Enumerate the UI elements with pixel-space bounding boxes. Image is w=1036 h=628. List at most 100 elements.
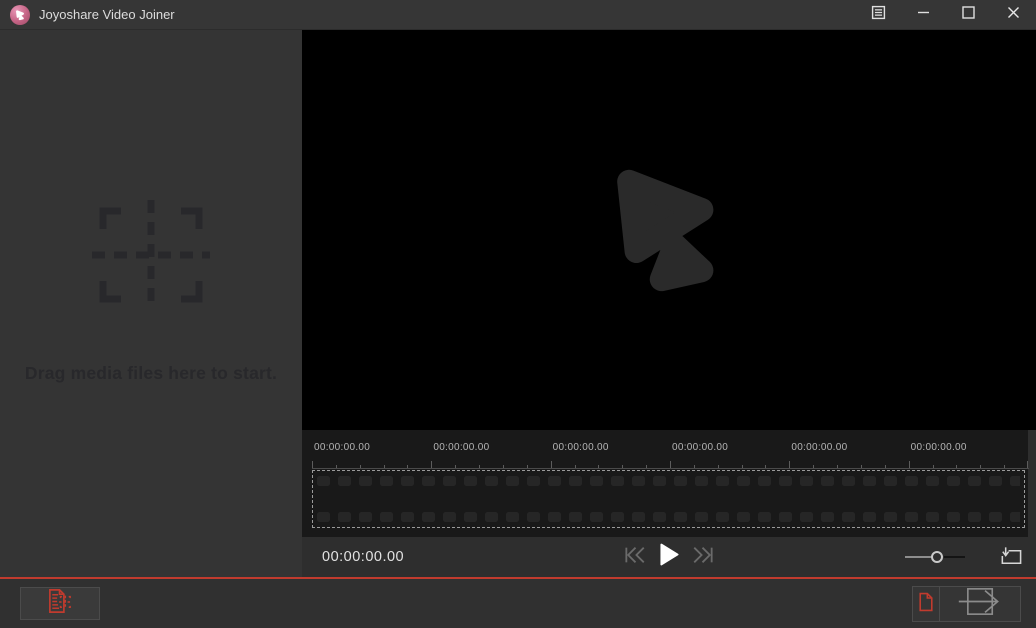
film-sprocket-hole (506, 476, 519, 486)
ruler-tick (407, 465, 408, 469)
drop-hint-text: Drag media files here to start. (0, 363, 302, 384)
playback-controls (625, 537, 714, 577)
film-sprocket-hole (947, 476, 960, 486)
film-sprocket-hole (842, 512, 855, 522)
menu-button[interactable] (856, 0, 901, 29)
film-sprocket-hole (611, 512, 624, 522)
film-sprocket-hole (317, 476, 330, 486)
ruler-tick (455, 465, 456, 469)
film-sprocket-hole (989, 476, 1002, 486)
media-list-icon (46, 588, 75, 619)
film-sprocket-hole (653, 476, 666, 486)
skip-forward-icon (692, 551, 714, 568)
sprocket-row (317, 512, 1020, 522)
timeline-panel: 00:00:00.00 00:00:00.00 00:00:00.00 00:00:0… (302, 430, 1028, 537)
film-sprocket-hole (863, 476, 876, 486)
ruler-tick (1027, 461, 1028, 469)
film-sprocket-hole (758, 476, 771, 486)
film-sprocket-hole (485, 512, 498, 522)
ruler-timestamp: 00:00:00.00 (314, 442, 370, 453)
clip-drop-zone[interactable] (312, 470, 1025, 528)
ruler-tick (622, 465, 623, 469)
film-sprocket-hole (863, 512, 876, 522)
film-sprocket-hole (527, 512, 540, 522)
film-sprocket-hole (884, 512, 897, 522)
film-sprocket-hole (905, 476, 918, 486)
minimize-button[interactable] (901, 0, 946, 29)
loop-button[interactable] (998, 546, 1023, 572)
ruler-tick (956, 465, 957, 469)
ruler-timestamp: 00:00:00.00 (672, 442, 728, 453)
film-sprocket-hole (653, 512, 666, 522)
film-sprocket-hole (422, 476, 435, 486)
ruler-tick (384, 465, 385, 469)
next-button[interactable] (692, 546, 714, 569)
ruler-tick (718, 465, 719, 469)
film-sprocket-hole (800, 476, 813, 486)
ruler-timestamp: 00:00:00.00 (791, 442, 847, 453)
film-sprocket-hole (422, 512, 435, 522)
ruler-tick (479, 465, 480, 469)
film-sprocket-hole (821, 476, 834, 486)
film-sprocket-hole (443, 476, 456, 486)
film-sprocket-hole (884, 476, 897, 486)
film-sprocket-hole (380, 512, 393, 522)
ruler-tick (765, 465, 766, 469)
film-sprocket-hole (800, 512, 813, 522)
film-sprocket-hole (611, 476, 624, 486)
ruler-tick (527, 465, 528, 469)
minimize-icon (917, 6, 930, 24)
ruler-tick (933, 465, 934, 469)
ruler-tick (885, 465, 886, 469)
menu-icon (871, 5, 886, 25)
film-sprocket-hole (506, 512, 519, 522)
film-sprocket-hole (926, 512, 939, 522)
ruler-tick (503, 465, 504, 469)
ruler-tick (360, 465, 361, 469)
ruler-tick (837, 465, 838, 469)
film-sprocket-hole (443, 512, 456, 522)
film-sprocket-hole (464, 512, 477, 522)
film-sprocket-hole (695, 512, 708, 522)
maximize-button[interactable] (946, 0, 991, 29)
film-sprocket-hole (716, 512, 729, 522)
film-sprocket-hole (338, 512, 351, 522)
film-sprocket-hole (737, 476, 750, 486)
ruler-tick (789, 461, 790, 469)
film-sprocket-hole (716, 476, 729, 486)
media-list-button[interactable] (20, 587, 100, 620)
ruler-timestamp: 00:00:00.00 (553, 442, 609, 453)
slider-knob[interactable] (931, 551, 943, 563)
current-time-display: 00:00:00.00 (322, 537, 404, 577)
film-sprocket-hole (569, 476, 582, 486)
film-sprocket-hole (632, 512, 645, 522)
transport-bar: 00:00:00.00 (302, 537, 1036, 577)
film-sprocket-hole (548, 476, 561, 486)
film-sprocket-hole (527, 476, 540, 486)
drop-target-icon (92, 200, 210, 315)
ruler-timestamp: 00:00:00.00 (911, 442, 967, 453)
ruler-tick (431, 461, 432, 469)
export-button-group (912, 586, 1021, 622)
film-sprocket-hole (821, 512, 834, 522)
ruler-tick (551, 461, 552, 469)
ruler-tick (575, 465, 576, 469)
ruler-tick (1004, 465, 1005, 469)
film-sprocket-hole (1010, 476, 1020, 486)
bottom-toolbar (0, 579, 1036, 628)
ruler-tick (980, 465, 981, 469)
watermark-logo-icon (592, 154, 740, 307)
ruler-tick (861, 465, 862, 469)
close-button[interactable] (991, 0, 1036, 29)
previous-button[interactable] (625, 546, 647, 569)
volume-slider[interactable] (905, 537, 965, 577)
media-drop-area[interactable]: Drag media files here to start. (0, 30, 302, 577)
film-sprocket-hole (842, 476, 855, 486)
export-button[interactable] (940, 586, 1021, 622)
maximize-icon (962, 6, 975, 24)
new-task-button[interactable] (912, 586, 940, 622)
film-sprocket-hole (989, 512, 1002, 522)
play-button[interactable] (660, 543, 679, 571)
player-panel: 00:00:00.00 00:00:00.00 00:00:00.00 00:00:0… (302, 30, 1036, 577)
film-sprocket-hole (926, 476, 939, 486)
